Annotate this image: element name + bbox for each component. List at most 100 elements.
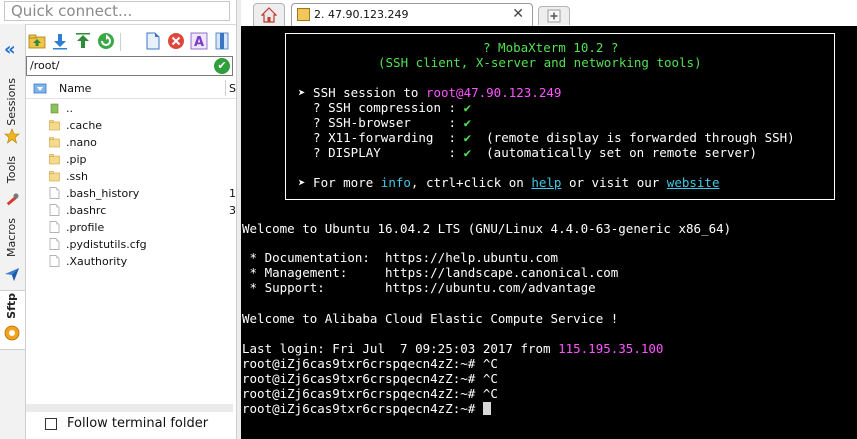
session-tab-title: 2. 47.90.123.249 (314, 8, 409, 21)
banner-title: ? MobaXterm 10.2 ? (483, 40, 619, 55)
tab-macros[interactable]: Macros (0, 216, 25, 286)
last-login-prefix: Last login: Fri Jul 7 09:25:03 2017 from (242, 341, 559, 356)
new-tab-button[interactable] (538, 6, 570, 25)
management-line: * Management: https://landscape.canonica… (242, 265, 619, 280)
last-login-ip: 115.195.35.100 (558, 341, 664, 356)
check-mark-icon: ✔ (463, 130, 472, 145)
terminal-tab-icon (297, 8, 310, 21)
file-list-header: Name S (26, 78, 236, 99)
quick-connect-input[interactable] (4, 1, 230, 21)
alibaba-welcome-line: Welcome to Alibaba Cloud Elastic Compute… (242, 311, 619, 326)
file-list-item[interactable]: .ssh (26, 168, 236, 185)
more-info-mid: , ctrl+click on (410, 175, 532, 190)
help-link[interactable]: help (531, 175, 561, 190)
follow-terminal-folder-checkbox[interactable] (45, 418, 57, 430)
header-folder-icon (33, 83, 47, 94)
tab-tools[interactable]: Tools (0, 154, 25, 212)
parent-dir-icon (50, 103, 59, 114)
download-icon[interactable] (51, 32, 69, 50)
toolbar-separator (120, 33, 121, 51)
current-prompt-text: root@iZj6cas9txr6crspqecn4zZ:~# (242, 401, 483, 416)
website-link[interactable]: website (667, 175, 720, 190)
folder-icon (49, 137, 60, 148)
column-separator[interactable] (225, 80, 226, 96)
sftp-toolbar: A (26, 30, 236, 54)
check-label: ? X11-forwarding : (298, 130, 464, 145)
rename-icon[interactable]: A (190, 32, 208, 50)
file-list-item[interactable]: .nano (26, 134, 236, 151)
current-prompt-line: root@iZj6cas9txr6crspqecn4zZ:~# (242, 401, 491, 416)
info-link[interactable]: info (381, 175, 411, 190)
sftp-path-text: /root/ (30, 59, 60, 72)
tab-macros-label: Macros (5, 218, 18, 258)
svg-text:A: A (194, 35, 204, 50)
file-name: .nano (66, 136, 97, 149)
quick-connect-bar (0, 0, 236, 25)
check-line: ? DISPLAY : ✔ (automatically set on remo… (298, 145, 757, 160)
terminal-cursor (482, 402, 491, 415)
terminal[interactable]: ? MobaXterm 10.2 ? (SSH client, X-server… (241, 26, 857, 439)
file-list-item[interactable]: .profile (26, 219, 236, 236)
prompt-line: root@iZj6cas9txr6crspqecn4zZ:~# ^C (242, 356, 498, 371)
tab-sftp[interactable]: Sftp (0, 290, 25, 350)
file-list-item[interactable]: .bashrc 3 (26, 202, 236, 219)
home-tab[interactable] (253, 3, 285, 26)
collapse-sidebar-icon[interactable]: « (4, 40, 16, 60)
close-tab-icon[interactable]: ✕ (512, 6, 524, 22)
tab-tools-label: Tools (5, 156, 18, 184)
follow-terminal-folder-label: Follow terminal folder (67, 416, 209, 431)
upload-icon[interactable] (74, 32, 92, 50)
check-line: ? SSH compression : ✔ (298, 100, 471, 115)
ssh-session-host: @47.90.123.249 (456, 85, 562, 100)
check-note: (automatically set on remote server) (471, 145, 758, 160)
tab-session-ssh[interactable]: 2. 47.90.123.249 ✕ (291, 3, 533, 27)
more-info-prefix: ➤ For more (298, 175, 381, 190)
tools-icon (6, 193, 19, 206)
ssh-session-line: ➤ SSH session to root@47.90.123.249 (298, 85, 561, 100)
new-file-icon[interactable] (144, 32, 162, 50)
check-line: ? SSH-browser : ✔ (298, 115, 471, 130)
parent-folder-icon[interactable] (28, 32, 46, 50)
file-size: 3 (229, 204, 236, 217)
path-confirm-icon[interactable]: ✔ (214, 58, 230, 74)
bookmark-icon[interactable] (213, 32, 231, 50)
tab-sessions[interactable]: Sessions (0, 76, 25, 150)
ssh-session-prefix: ➤ SSH session to (298, 85, 426, 100)
more-info-line: ➤ For more info, ctrl+click on help or v… (298, 175, 719, 190)
welcome-ubuntu-line: Welcome to Ubuntu 16.04.2 LTS (GNU/Linux… (242, 221, 732, 236)
file-list-item[interactable]: .bash_history 1 (26, 185, 236, 202)
file-list-item[interactable]: .pip (26, 151, 236, 168)
file-list-item[interactable]: .pydistutils.cfg (26, 236, 236, 253)
file-list-scrollbar[interactable] (26, 404, 233, 412)
prompt-line: root@iZj6cas9txr6crspqecn4zZ:~# ^C (242, 371, 498, 386)
file-list-item[interactable]: .Xauthority (26, 253, 236, 270)
home-icon (261, 7, 277, 23)
file-name: .. (66, 102, 73, 115)
check-mark-icon: ✔ (463, 100, 472, 115)
session-tab-bar: 2. 47.90.123.249 ✕ (241, 0, 857, 27)
check-label: ? DISPLAY : (298, 145, 464, 160)
file-name: .Xauthority (66, 255, 128, 268)
sftp-icon (4, 325, 20, 341)
delete-icon[interactable] (167, 32, 185, 50)
column-header-size[interactable]: S (229, 82, 236, 95)
file-list-item[interactable]: .. (26, 100, 236, 117)
file-icon (49, 255, 60, 267)
file-name: .pip (66, 153, 87, 166)
column-header-name[interactable]: Name (59, 82, 91, 95)
file-list-item[interactable]: .cache (26, 117, 236, 134)
refresh-icon[interactable] (97, 32, 115, 50)
sftp-path-field[interactable]: /root/ ✔ (26, 56, 233, 76)
more-info-mid2: or visit our (561, 175, 667, 190)
folder-icon (49, 120, 60, 131)
file-icon (49, 221, 60, 233)
file-name: .profile (66, 221, 105, 234)
prompt-line: root@iZj6cas9txr6crspqecn4zZ:~# ^C (242, 386, 498, 401)
vertical-tab-strip: « Sessions Tools Macros Sftp (0, 24, 26, 439)
paper-plane-icon (5, 268, 19, 281)
star-icon (4, 128, 20, 144)
file-name: .pydistutils.cfg (66, 238, 147, 251)
sftp-file-list: Name S .. .cache .nano .pip .ssh .bash_histor… (26, 78, 236, 408)
file-name: .ssh (66, 170, 88, 183)
tab-sftp-label: Sftp (5, 293, 18, 319)
